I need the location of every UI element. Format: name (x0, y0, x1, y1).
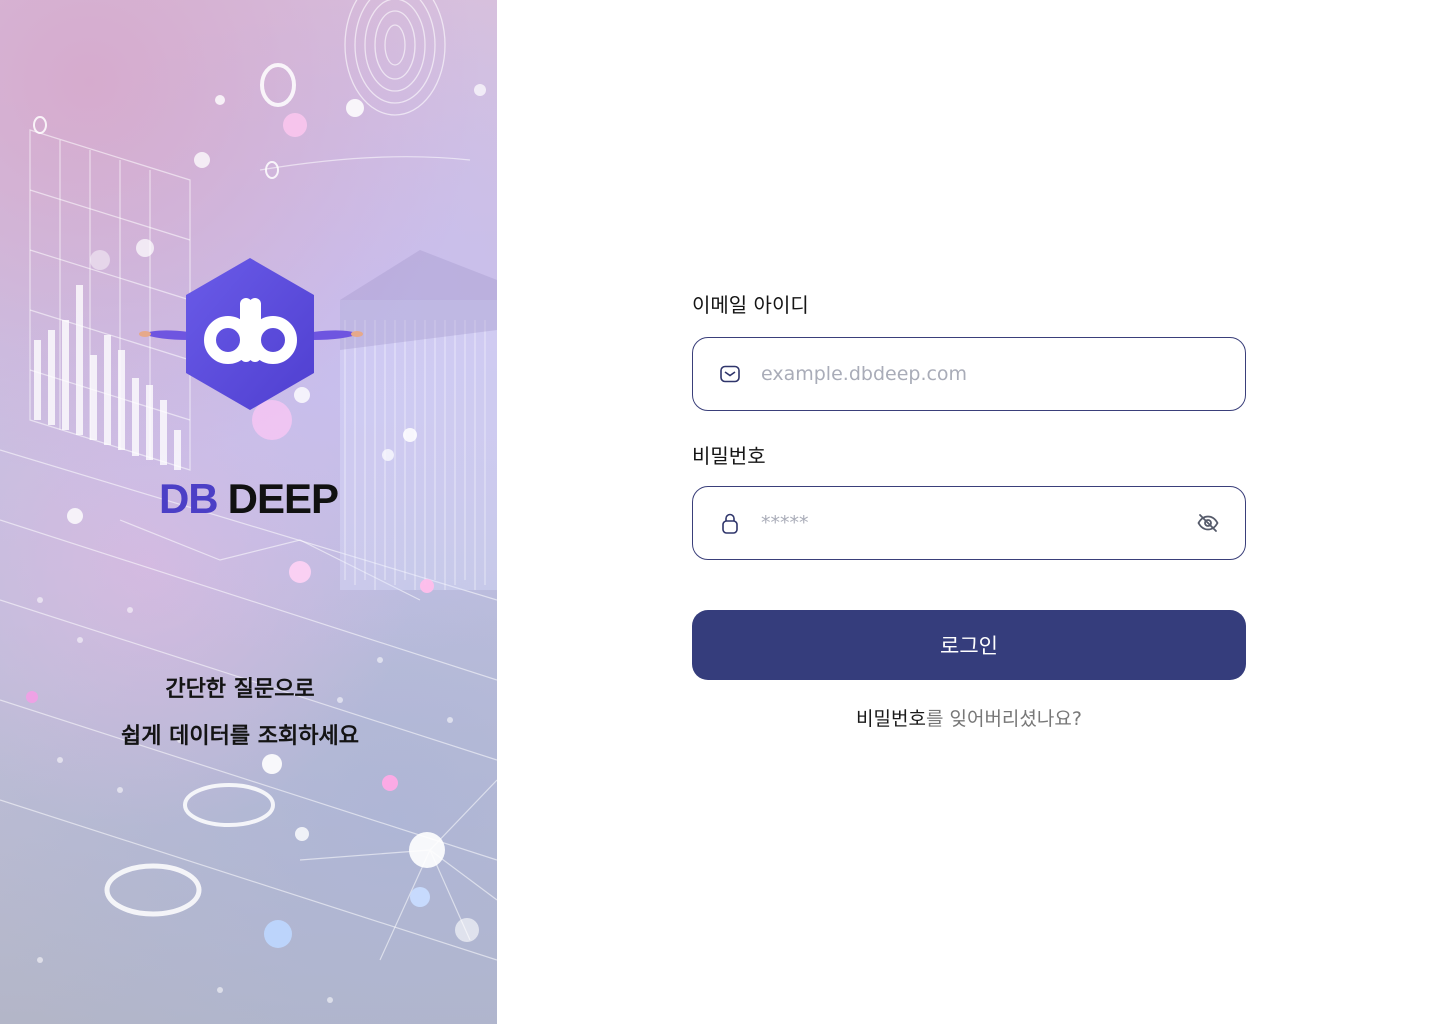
password-input[interactable] (759, 503, 1185, 543)
forgot-rest: 를 잊어버리셨나요? (925, 708, 1082, 730)
email-field[interactable] (692, 337, 1246, 411)
tagline-line-2: 쉽게 데이터를 조회하세요 (121, 724, 359, 749)
email-label: 이메일 아이디 (692, 293, 809, 317)
forgot-password-link[interactable]: 비밀번호를 잊어버리셨나요? (692, 704, 1246, 731)
mail-icon (717, 361, 743, 387)
hero-panel: DB DEEP 간단한 질문으로 쉽게 데이터를 조회하세요 (0, 0, 497, 1024)
login-button[interactable]: 로그인 (692, 610, 1246, 680)
email-input[interactable] (759, 354, 1185, 394)
eye-off-icon[interactable] (1195, 510, 1221, 536)
brand-wordmark: DB DEEP (0, 476, 497, 522)
brand-deep: DEEP (227, 475, 339, 522)
db-logo-icon (139, 258, 363, 410)
password-label: 비밀번호 (692, 444, 766, 468)
forgot-strong: 비밀번호 (856, 708, 926, 730)
lock-icon (717, 510, 743, 536)
login-form: 이메일 아이디 비밀번호 로그인 (692, 290, 1246, 731)
password-field[interactable] (692, 486, 1246, 560)
tagline-line-1: 간단한 질문으로 (165, 677, 315, 702)
brand-db: DB (158, 475, 219, 522)
